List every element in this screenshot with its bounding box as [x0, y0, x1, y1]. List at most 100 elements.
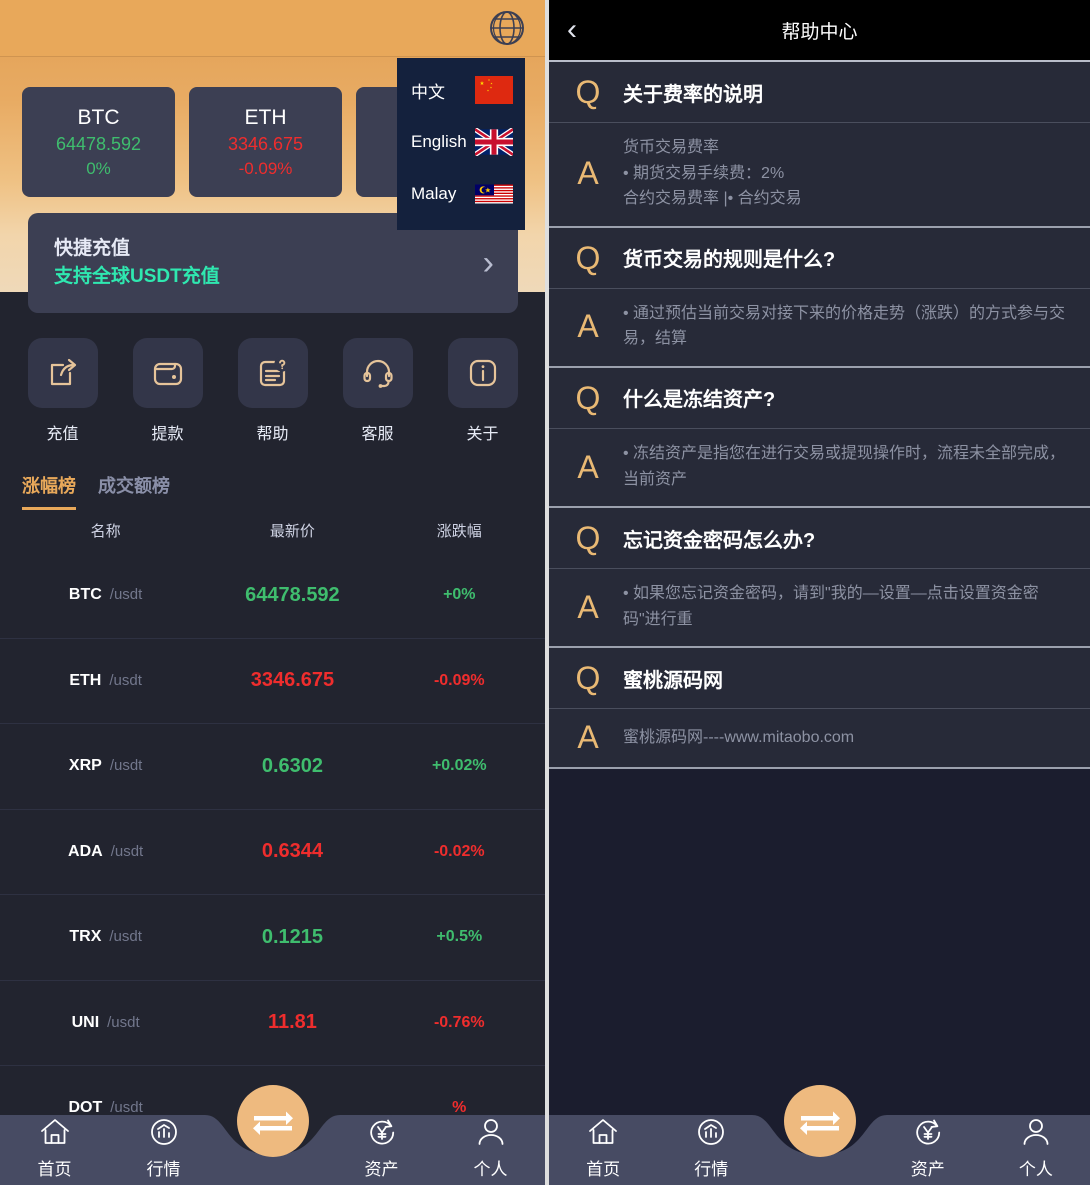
- list-item[interactable]: Q 关于费率的说明 A 货币交易费率 • 期货交易手续费：2% 合约交易费率 |…: [549, 62, 1090, 228]
- quick-actions: 充值 提款 帮助 客服 关于: [0, 338, 545, 444]
- faq-question-row[interactable]: Q 关于费率的说明: [549, 62, 1090, 122]
- coin-name: BTC/usdt: [6, 586, 205, 604]
- coin-pair: /usdt: [109, 586, 143, 604]
- coin-name: ETH/usdt: [6, 672, 205, 690]
- help-header: ‹ 帮助中心: [549, 0, 1090, 62]
- coin-symbol: UNI: [71, 1013, 100, 1031]
- coin-pair: /usdt: [109, 757, 143, 775]
- action-help[interactable]: 帮助: [231, 338, 315, 444]
- coin-price: 0.6302: [261, 754, 323, 777]
- table-row[interactable]: TRX/usdt 0.1215 +0.5%: [0, 895, 545, 981]
- nav-item-market[interactable]: 行情: [657, 1107, 765, 1185]
- coin-name: ADA/usdt: [6, 843, 205, 861]
- table-row[interactable]: XRP/usdt 0.6302 +0.02%: [0, 724, 545, 810]
- nav-label: 个人: [1018, 1159, 1053, 1179]
- nav-item-home[interactable]: 首页: [549, 1107, 657, 1185]
- ticker-card[interactable]: BTC 64478.592 0%: [22, 87, 175, 197]
- faq-answer-row: A • 如果您忘记资金密码，请到"我的—设置—点击设置资金密码"进行重: [549, 568, 1090, 646]
- coin-change: +0.5%: [436, 928, 483, 946]
- action-label: 帮助: [256, 426, 289, 443]
- faq-answer-row: A 货币交易费率 • 期货交易手续费：2% 合约交易费率 |• 合约交易: [549, 122, 1090, 226]
- bottom-nav: 首页 行情 资产 个人: [0, 1085, 545, 1185]
- table-row[interactable]: UNI/usdt 11.81 -0.76%: [0, 981, 545, 1066]
- header-price: 最新价: [269, 523, 315, 540]
- faq-question-row[interactable]: Q 忘记资金密码怎么办?: [549, 508, 1090, 568]
- faq-question-text: 货币交易的规则是什么?: [623, 249, 836, 272]
- nav-item-market[interactable]: 行情: [109, 1107, 218, 1185]
- table-row[interactable]: ETH/usdt 3346.675 -0.09%: [0, 639, 545, 724]
- action-label: 充值: [46, 426, 79, 443]
- action-label: 关于: [466, 426, 499, 443]
- chevron-left-icon[interactable]: ‹: [567, 15, 577, 45]
- nav-label: 行情: [146, 1159, 181, 1179]
- help-center-panel: ‹ 帮助中心 Q 关于费率的说明 A 货币交易费率 • 期货交易手续费：2% 合…: [549, 0, 1090, 1185]
- coin-price: 0.6344: [261, 840, 323, 863]
- home-icon: [587, 1117, 619, 1152]
- ticker-card[interactable]: ETH 3346.675 -0.09%: [189, 87, 342, 197]
- faq-question-row[interactable]: Q 货币交易的规则是什么?: [549, 228, 1090, 288]
- list-item[interactable]: Q 什么是冻结资产? A • 冻结资产是指您在进行交易或提现操作时，流程未全部完…: [549, 368, 1090, 509]
- action-label: 提款: [151, 426, 184, 443]
- coin-change: +0%: [443, 586, 476, 604]
- language-option-malay[interactable]: Malay: [397, 168, 525, 220]
- faq-question-text: 忘记资金密码怎么办?: [623, 529, 816, 552]
- question-mark-label: Q: [575, 520, 601, 557]
- exchange-swap-icon[interactable]: [236, 1085, 309, 1157]
- action-recharge[interactable]: 充值: [21, 338, 105, 444]
- top-bar: [0, 0, 545, 57]
- yen-refresh-icon: [366, 1117, 398, 1152]
- faq-answer-text: • 如果您忘记资金密码，请到"我的—设置—点击设置资金密码"进行重: [623, 585, 1039, 628]
- info-icon: [447, 338, 518, 408]
- faq-answer-text: 蜜桃源码网----www.mitaobo.com: [623, 728, 855, 746]
- language-option-english[interactable]: English: [397, 116, 525, 168]
- coin-price: 3346.675: [250, 669, 335, 692]
- action-withdraw[interactable]: 提款: [126, 338, 210, 444]
- coin-price: 11.81: [267, 1011, 317, 1034]
- coin-name: UNI/usdt: [6, 1014, 205, 1032]
- ticker-price: 64478.592: [55, 133, 142, 154]
- faq-question-row[interactable]: Q 什么是冻结资产?: [549, 368, 1090, 428]
- faq-answer-row: A • 冻结资产是指您在进行交易或提现操作时，流程未全部完成，当前资产: [549, 427, 1090, 506]
- ticker-symbol: ETH: [244, 105, 287, 129]
- globe-icon[interactable]: [487, 8, 527, 48]
- coin-name: TRX/usdt: [6, 928, 205, 946]
- language-option-chinese[interactable]: 中文: [397, 64, 525, 116]
- coin-pair: /usdt: [109, 671, 142, 689]
- ticker-change: 0%: [86, 158, 111, 178]
- faq-question-text: 什么是冻结资产?: [623, 389, 776, 412]
- chart-circle-icon: [695, 1117, 727, 1152]
- list-item[interactable]: Q 蜜桃源码网 A 蜜桃源码网----www.mitaobo.com: [549, 648, 1090, 770]
- faq-question-row[interactable]: Q 蜜桃源码网: [549, 648, 1090, 708]
- question-mark-label: Q: [575, 379, 601, 416]
- ticker-price: 3346.675: [227, 133, 304, 154]
- nav-item-assets[interactable]: 资产: [327, 1107, 436, 1185]
- nav-item-home[interactable]: 首页: [0, 1107, 109, 1185]
- list-item[interactable]: Q 忘记资金密码怎么办? A • 如果您忘记资金密码，请到"我的—设置—点击设置…: [549, 508, 1090, 649]
- exchange-swap-icon[interactable]: [783, 1085, 856, 1157]
- chevron-right-icon: ›: [482, 244, 494, 282]
- tab-volume[interactable]: 成交额榜: [98, 472, 170, 507]
- person-icon: [1020, 1117, 1052, 1152]
- headset-icon: [342, 338, 413, 408]
- answer-mark-label: A: [577, 719, 599, 756]
- home-panel: BTC 64478.592 0% ETH 3346.675 -0.09% 快捷充…: [0, 0, 545, 1185]
- coin-list: BTC/usdt 64478.592 +0% ETH/usdt 3346.675…: [0, 553, 545, 1152]
- table-row[interactable]: BTC/usdt 64478.592 +0%: [0, 553, 545, 639]
- person-icon: [475, 1117, 507, 1152]
- nav-item-profile[interactable]: 个人: [436, 1107, 545, 1185]
- nav-item-assets[interactable]: 资产: [874, 1107, 982, 1185]
- ranking-tabs: 涨幅榜 成交额榜: [22, 472, 170, 510]
- nav-label: 首页: [586, 1159, 621, 1179]
- tab-gainers[interactable]: 涨幅榜: [22, 472, 76, 510]
- nav-item-profile[interactable]: 个人: [982, 1107, 1090, 1185]
- ticker-symbol: BTC: [77, 105, 120, 129]
- list-item[interactable]: Q 货币交易的规则是什么? A • 通过预估当前交易对接下来的价格走势（涨跌）的…: [549, 228, 1090, 368]
- table-row[interactable]: ADA/usdt 0.6344 -0.02%: [0, 810, 545, 895]
- nav-label: 行情: [694, 1159, 729, 1179]
- quick-recharge-subtitle: 支持全球USDT充值: [54, 266, 220, 287]
- action-support[interactable]: 客服: [336, 338, 420, 444]
- document-question-icon: [237, 338, 308, 408]
- faq-list: Q 关于费率的说明 A 货币交易费率 • 期货交易手续费：2% 合约交易费率 |…: [549, 62, 1090, 770]
- action-about[interactable]: 关于: [441, 338, 525, 444]
- coin-change: -0.09%: [433, 671, 485, 689]
